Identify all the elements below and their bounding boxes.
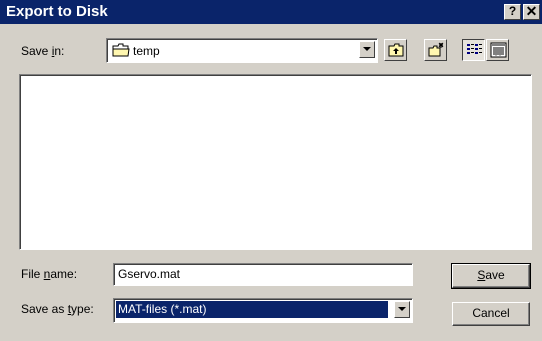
- export-dialog: Export to Disk ? ✕ Save in: temp File na…: [0, 0, 542, 341]
- folder-icon: [112, 43, 130, 61]
- close-icon: ✕: [525, 3, 538, 19]
- up-one-level-button[interactable]: [384, 39, 407, 61]
- save-in-label: Save in:: [21, 44, 65, 58]
- list-view-icon: [467, 44, 482, 54]
- dialog-title: Export to Disk: [6, 3, 108, 20]
- file-name-value: Gservo.mat: [118, 267, 181, 281]
- chevron-down-icon: [363, 47, 371, 51]
- help-button[interactable]: ?: [504, 4, 521, 20]
- file-name-label: File name:: [21, 267, 78, 281]
- details-view-button[interactable]: [486, 39, 509, 61]
- title-bar[interactable]: Export to Disk ? ✕: [0, 0, 542, 24]
- create-new-folder-button[interactable]: [424, 39, 447, 61]
- up-folder-icon: [388, 43, 404, 57]
- details-view-icon: [490, 42, 507, 58]
- save-in-dropdown-arrow[interactable]: [359, 41, 375, 58]
- help-icon: ?: [508, 4, 517, 18]
- save-as-type-dropdown[interactable]: MAT-files (*.mat): [113, 298, 413, 323]
- save-as-type-label: Save as type:: [21, 302, 94, 316]
- chevron-down-icon: [398, 307, 406, 311]
- close-button[interactable]: ✕: [523, 4, 540, 20]
- file-name-input[interactable]: Gservo.mat: [113, 263, 413, 286]
- new-folder-icon: [428, 42, 444, 57]
- save-in-value: temp: [133, 44, 160, 58]
- save-button[interactable]: Save: [451, 263, 531, 289]
- list-view-button[interactable]: [462, 39, 485, 61]
- save-in-dropdown[interactable]: temp: [106, 38, 378, 63]
- file-list[interactable]: [19, 74, 532, 250]
- cancel-button[interactable]: Cancel: [452, 302, 530, 326]
- save-as-type-dropdown-arrow[interactable]: [394, 301, 410, 318]
- save-as-type-value: MAT-files (*.mat): [116, 301, 388, 318]
